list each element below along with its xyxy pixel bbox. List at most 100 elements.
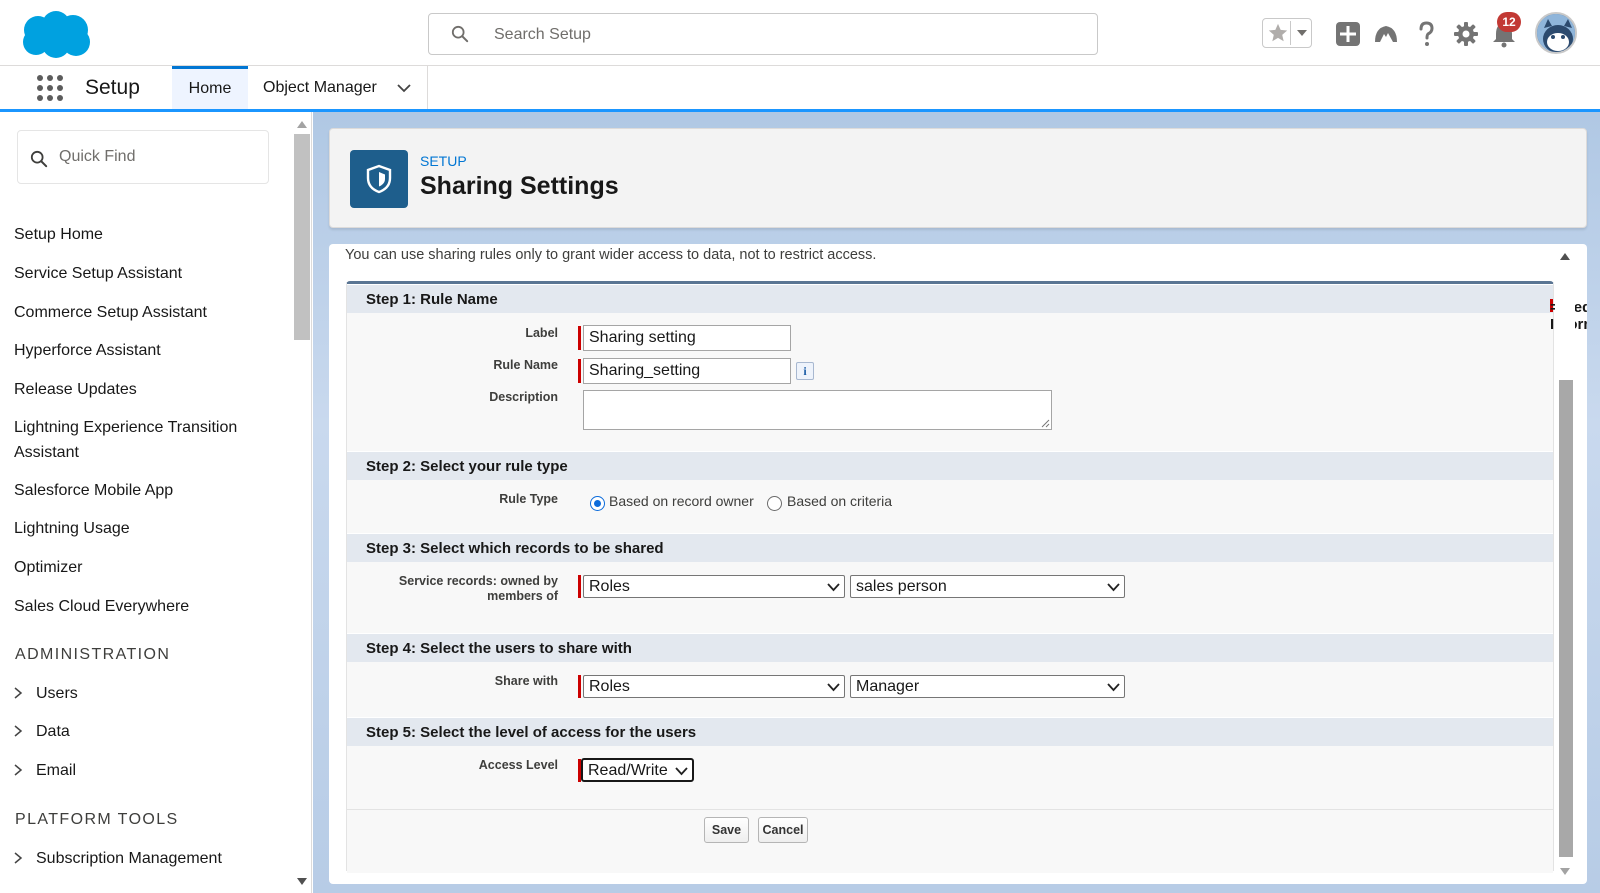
tab-object-manager[interactable]: Object Manager	[248, 66, 428, 109]
step-1-title: Step 1: Rule Name	[366, 291, 498, 308]
share-with-field-label: Share with	[494, 674, 558, 688]
step-5-title: Step 5: Select the level of access for t…	[366, 724, 697, 741]
chevron-down-icon	[827, 583, 840, 592]
chevron-right-icon[interactable]	[12, 852, 24, 864]
user-avatar-icon	[1537, 14, 1575, 52]
chevron-right-icon[interactable]	[12, 764, 24, 776]
tab-object-manager-label: Object Manager	[263, 79, 377, 96]
scroll-down-icon[interactable]	[297, 878, 307, 886]
scroll-down-icon[interactable]	[1560, 868, 1570, 876]
sidebar-item-hyperforce-assistant[interactable]: Hyperforce Assistant	[14, 338, 161, 363]
chevron-right-icon[interactable]	[12, 687, 24, 699]
page-header: SETUP Sharing Settings	[329, 128, 1587, 228]
rule-name-input[interactable]: Sharing_setting	[583, 358, 791, 384]
search-icon	[451, 25, 469, 43]
scroll-up-icon[interactable]	[297, 120, 307, 128]
share-with-role-select[interactable]: Manager	[850, 675, 1125, 698]
scroll-up-icon[interactable]	[1560, 252, 1570, 260]
caret-down-icon[interactable]	[1294, 25, 1310, 41]
chevron-down-icon	[1107, 683, 1120, 692]
search-icon	[30, 150, 48, 168]
main-area: SETUP Sharing Settings You can use shari…	[313, 112, 1600, 893]
label-field-label: Label	[525, 326, 558, 340]
resize-grip-icon[interactable]	[1040, 418, 1050, 428]
sidebar-item-salesforce-mobile-app[interactable]: Salesforce Mobile App	[14, 478, 173, 503]
add-icon[interactable]	[1334, 20, 1362, 48]
sidebar-item-service-setup-assistant[interactable]: Service Setup Assistant	[14, 261, 182, 286]
sidebar-item-lightning-usage[interactable]: Lightning Usage	[14, 516, 130, 541]
records-owned-by-label-line1: Service records: owned by	[398, 574, 558, 588]
sidebar-section-platform-tools: PLATFORM TOOLS	[15, 811, 179, 828]
sidebar-item-commerce-setup-assistant[interactable]: Commerce Setup Assistant	[14, 300, 207, 325]
form-button-bar: Save Cancel	[347, 809, 1553, 873]
tab-home[interactable]: Home	[172, 66, 248, 109]
notification-badge: 12	[1497, 12, 1521, 32]
sidebar-item-optimizer[interactable]: Optimizer	[14, 555, 82, 580]
required-marker	[578, 326, 581, 350]
content-scrollbar-thumb[interactable]	[1559, 380, 1573, 857]
trailhead-icon[interactable]	[1372, 20, 1400, 48]
setup-sidebar: Quick Find Setup Home Service Setup Assi…	[0, 112, 312, 893]
records-owned-by-label-line2: members of	[487, 589, 558, 603]
required-marker	[578, 359, 581, 383]
records-owned-by-label: Service records: owned by members of	[358, 574, 558, 604]
sidebar-section-administration: ADMINISTRATION	[15, 646, 171, 663]
search-placeholder: Search Setup	[494, 26, 591, 43]
help-icon[interactable]	[1412, 20, 1440, 48]
access-level-field-label: Access Level	[478, 758, 558, 772]
required-marker	[578, 675, 581, 698]
page-title: Sharing Settings	[420, 172, 619, 200]
chevron-down-icon[interactable]	[396, 80, 412, 96]
step-5-header: Step 5: Select the level of access for t…	[347, 717, 1553, 746]
save-button[interactable]: Save	[704, 817, 749, 843]
label-input[interactable]: Sharing setting	[583, 325, 791, 351]
favorites-button-group[interactable]	[1262, 18, 1312, 48]
share-with-type-value: Roles	[589, 678, 630, 695]
sidebar-tree-users[interactable]: Users	[12, 685, 78, 703]
salesforce-logo-icon[interactable]	[18, 10, 94, 60]
sidebar-tree-email-label: Email	[36, 762, 77, 779]
records-owner-role-select[interactable]: sales person	[850, 575, 1125, 598]
chevron-right-icon[interactable]	[12, 725, 24, 737]
access-level-select[interactable]: Read/Write	[581, 758, 694, 782]
info-icon[interactable]: i	[796, 362, 814, 380]
sidebar-item-setup-home[interactable]: Setup Home	[14, 222, 103, 247]
content-scrollbar[interactable]	[1555, 244, 1575, 884]
sidebar-item-release-updates[interactable]: Release Updates	[14, 377, 137, 402]
step-2-title: Step 2: Select your rule type	[366, 458, 568, 475]
step-2-header: Step 2: Select your rule type	[347, 451, 1553, 480]
search-setup-input[interactable]: Search Setup	[428, 13, 1098, 55]
sidebar-item-sales-cloud-everywhere[interactable]: Sales Cloud Everywhere	[14, 594, 189, 619]
quick-find-input[interactable]: Quick Find	[17, 130, 269, 184]
sidebar-tree-email[interactable]: Email	[12, 762, 76, 780]
description-textarea[interactable]	[583, 390, 1052, 430]
sidebar-item-lightning-transition-assistant[interactable]: Lightning Experience Transition Assistan…	[14, 415, 254, 465]
shield-icon	[366, 164, 392, 194]
sidebar-tree-subscription-management-label: Subscription Management	[36, 850, 222, 867]
step-3-title: Step 3: Select which records to be share…	[366, 540, 664, 557]
required-marker	[578, 575, 581, 598]
global-header: Search Setup 12	[0, 0, 1600, 66]
divider	[1290, 21, 1291, 45]
chevron-down-icon	[1107, 583, 1120, 592]
radio-criteria[interactable]	[767, 496, 782, 511]
access-level-value: Read/Write	[588, 762, 668, 779]
records-owner-type-select[interactable]: Roles	[583, 575, 845, 598]
sidebar-scrollbar-thumb[interactable]	[294, 134, 310, 340]
avatar[interactable]	[1535, 12, 1577, 54]
context-bar: Setup Home Object Manager	[0, 66, 1600, 112]
rule-type-field-label: Rule Type	[499, 492, 558, 506]
radio-criteria-label[interactable]: Based on criteria	[787, 493, 892, 509]
star-icon[interactable]	[1267, 22, 1289, 44]
radio-record-owner[interactable]	[590, 496, 605, 511]
radio-record-owner-label[interactable]: Based on record owner	[609, 493, 754, 509]
sidebar-tree-subscription-management[interactable]: Subscription Management	[12, 850, 222, 868]
step-1-header: Step 1: Rule Name = Required Information	[347, 284, 1587, 333]
sidebar-tree-data[interactable]: Data	[12, 723, 70, 741]
share-with-type-select[interactable]: Roles	[583, 675, 845, 698]
gear-icon[interactable]	[1452, 20, 1480, 48]
share-with-role-value: Manager	[856, 678, 920, 695]
cancel-button[interactable]: Cancel	[758, 817, 808, 843]
sharing-rule-form: Step 1: Rule Name = Required Information…	[346, 281, 1587, 873]
app-launcher-icon[interactable]	[36, 74, 64, 102]
